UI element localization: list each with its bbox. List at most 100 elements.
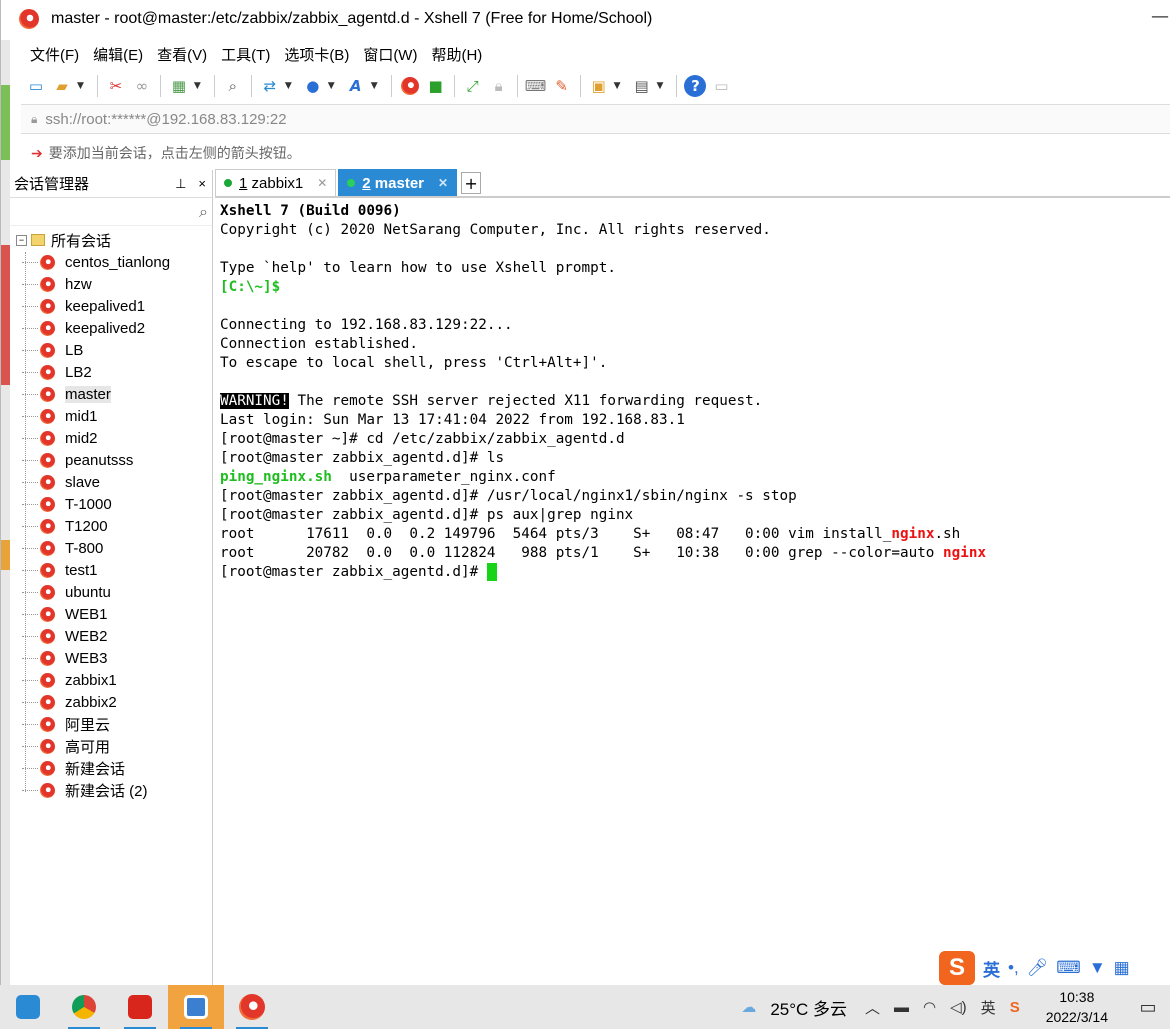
globe-icon[interactable]: ● xyxy=(302,75,324,97)
session-item[interactable]: mid2 xyxy=(10,427,212,449)
session-item-selected[interactable]: master xyxy=(10,383,212,405)
xftp-icon[interactable]: ■ xyxy=(425,75,447,97)
close-tab-icon[interactable]: ✕ xyxy=(317,176,327,190)
lock-icon: 🔒︎ xyxy=(31,111,38,126)
lock-icon[interactable]: 🔒︎ xyxy=(488,75,510,97)
session-item[interactable]: WEB1 xyxy=(10,603,212,625)
session-item[interactable]: 新建会话 (2) xyxy=(10,779,212,801)
close-tab-icon[interactable]: ✕ xyxy=(438,176,448,190)
taskbar-app-netease-music[interactable] xyxy=(112,985,168,1029)
pin-icon[interactable]: ⊥ xyxy=(175,176,186,192)
title-bar[interactable]: master - root@master:/etc/zabbix/zabbix_… xyxy=(10,0,1170,38)
open-folder-icon[interactable]: ▰ xyxy=(51,75,73,97)
local-prompt: [C:\~]$ xyxy=(220,279,281,295)
keyboard-icon[interactable]: ⌨ xyxy=(1056,958,1081,978)
search-icon[interactable]: ⌕ xyxy=(199,202,208,222)
keyboard-icon[interactable]: ⌨ xyxy=(525,75,547,97)
session-item[interactable]: peanutsss xyxy=(10,449,212,471)
collapse-icon[interactable]: − xyxy=(16,234,27,246)
sogou-logo-icon[interactable]: S xyxy=(939,951,975,985)
session-item[interactable]: centos_tianlong xyxy=(10,251,212,273)
menu-file[interactable]: 文件(F) xyxy=(30,44,79,65)
terminal-line: [root@master ~]# cd /etc/zabbix/zabbix_a… xyxy=(220,431,625,447)
notification-icon[interactable]: ▭ xyxy=(1126,997,1170,1018)
highlight-icon[interactable]: ✎ xyxy=(551,75,573,97)
close-icon[interactable]: × xyxy=(198,176,206,192)
session-item[interactable]: LB2 xyxy=(10,361,212,383)
session-icon xyxy=(40,430,55,446)
ime-language[interactable]: 英 xyxy=(983,956,1000,981)
session-item[interactable]: 阿里云 xyxy=(10,713,212,735)
menu-tabs[interactable]: 选项卡(B) xyxy=(284,44,349,65)
terminal-line: [root@master zabbix_agentd.d]# ls xyxy=(220,450,505,466)
disconnect-icon[interactable]: ✂ xyxy=(105,75,127,97)
layout-icon[interactable]: ▤ xyxy=(631,75,653,97)
taskbar-app-vm[interactable] xyxy=(168,985,224,1029)
properties-icon[interactable]: ▦ xyxy=(168,75,190,97)
address-input[interactable] xyxy=(45,110,646,128)
session-search[interactable]: ⌕ xyxy=(10,198,212,226)
session-item[interactable]: ubuntu xyxy=(10,581,212,603)
taskbar-app-files[interactable] xyxy=(0,985,56,1029)
taskbar-app-xshell[interactable] xyxy=(224,985,280,1029)
terminal-text: .sh xyxy=(934,526,961,542)
session-item[interactable]: LB xyxy=(10,339,212,361)
session-item[interactable]: zabbix1 xyxy=(10,669,212,691)
volume-icon[interactable]: ◁) xyxy=(950,998,967,1016)
session-item[interactable]: test1 xyxy=(10,559,212,581)
session-item[interactable]: zabbix2 xyxy=(10,691,212,713)
session-item[interactable]: T1200 xyxy=(10,515,212,537)
sogou-tray-icon[interactable]: S xyxy=(1010,999,1020,1016)
menu-tools[interactable]: 工具(T) xyxy=(221,44,270,65)
taskbar-app-chrome[interactable] xyxy=(56,985,112,1029)
shirt-icon[interactable]: ▼ xyxy=(1089,958,1106,978)
fullscreen-icon[interactable]: ⤢ xyxy=(462,75,484,97)
chat-icon[interactable]: ▭ xyxy=(710,75,732,97)
session-item[interactable]: keepalived2 xyxy=(10,317,212,339)
session-item[interactable]: WEB3 xyxy=(10,647,212,669)
find-icon[interactable]: ⌕ xyxy=(222,75,244,97)
reconnect-icon[interactable]: ∞ xyxy=(131,75,153,97)
session-item[interactable]: keepalived1 xyxy=(10,295,212,317)
session-item[interactable]: WEB2 xyxy=(10,625,212,647)
new-session-icon[interactable]: ▭ xyxy=(25,75,47,97)
compose-icon[interactable]: ▣ xyxy=(588,75,610,97)
session-item[interactable]: mid1 xyxy=(10,405,212,427)
tab-master[interactable]: 2 master ✕ xyxy=(338,169,458,196)
add-tab-button[interactable]: + xyxy=(461,172,482,194)
session-item[interactable]: T-1000 xyxy=(10,493,212,515)
weather-text[interactable]: 25°C 多云 xyxy=(770,995,847,1020)
session-item[interactable]: 新建会话 xyxy=(10,757,212,779)
session-item[interactable]: slave xyxy=(10,471,212,493)
battery-icon[interactable]: ▬ xyxy=(894,999,909,1016)
session-icon xyxy=(40,452,55,468)
clock[interactable]: 10:38 2022/3/14 xyxy=(1046,987,1108,1027)
terminal-text: userparameter_nginx.conf xyxy=(331,469,556,485)
session-item[interactable]: 高可用 xyxy=(10,735,212,757)
punctuation-icon[interactable]: •, xyxy=(1008,958,1019,978)
help-icon[interactable]: ? xyxy=(684,75,707,97)
menu-view[interactable]: 查看(V) xyxy=(157,44,207,65)
xshell-logo-icon[interactable] xyxy=(399,75,421,97)
font-icon[interactable]: A xyxy=(345,75,367,97)
ime-toolbar: S 英 •, 🎤︎ ⌨ ▼ ▦ xyxy=(939,950,1159,986)
wifi-icon[interactable]: ◠ xyxy=(923,998,936,1016)
minimize-icon[interactable]: — xyxy=(1151,6,1169,27)
menu-help[interactable]: 帮助(H) xyxy=(431,44,482,65)
mic-icon[interactable]: 🎤︎ xyxy=(1027,958,1049,978)
clock-date: 2022/3/14 xyxy=(1045,1009,1108,1025)
tab-zabbix1[interactable]: 1 zabbix1 ✕ xyxy=(215,169,337,196)
terminal[interactable]: Xshell 7 (Build 0096) Copyright (c) 2020 … xyxy=(215,200,1170,985)
tree-root-all-sessions[interactable]: − 所有会话 xyxy=(10,229,212,251)
session-icon xyxy=(40,474,55,490)
chevron-up-icon[interactable]: ︿ xyxy=(865,997,880,1018)
session-item[interactable]: T-800 xyxy=(10,537,212,559)
session-item[interactable]: hzw xyxy=(10,273,212,295)
grid-icon[interactable]: ▦ xyxy=(1114,958,1130,978)
terminal-line: Connection established. xyxy=(220,336,418,352)
transfer-icon[interactable]: ⇄ xyxy=(259,75,281,97)
menu-edit[interactable]: 编辑(E) xyxy=(93,44,143,65)
add-session-arrow-icon[interactable]: ➔ xyxy=(31,145,43,162)
tray-language[interactable]: 英 xyxy=(981,997,996,1018)
menu-window[interactable]: 窗口(W) xyxy=(363,44,417,65)
